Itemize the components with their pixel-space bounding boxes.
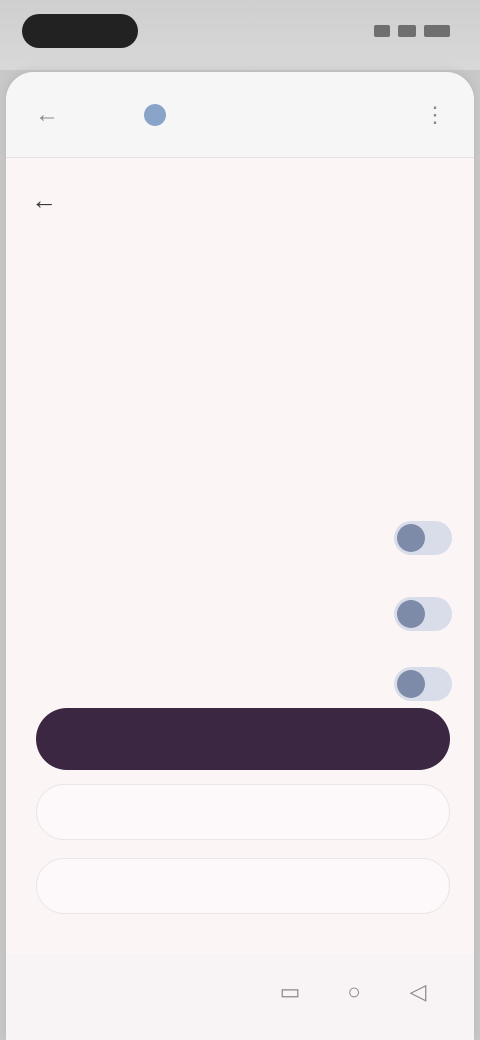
page-back-button[interactable]: ← (28, 184, 60, 216)
toggle-switch[interactable] (394, 597, 452, 631)
home-icon: ○ (347, 979, 361, 1004)
toggle-row[interactable] (32, 510, 452, 566)
toggle-switch[interactable] (394, 667, 452, 701)
bottom-nav-bar: ▭ ○ ◁ (6, 954, 474, 1040)
back-icon: ◁ (409, 979, 427, 1004)
status-icons (374, 22, 450, 40)
home-button[interactable]: ○ (336, 974, 372, 1010)
lock-icon (144, 104, 166, 126)
browser-url-bar: ← ⋮ (6, 72, 474, 158)
arrow-left-icon: ← (31, 185, 57, 215)
more-vertical-icon: ⋮ (424, 102, 446, 127)
battery-icon (424, 25, 450, 37)
toggle-switch[interactable] (394, 521, 452, 555)
toggle-row[interactable] (32, 586, 452, 642)
recents-icon: ▭ (279, 979, 301, 1004)
toggle-knob (397, 600, 425, 628)
browser-back-button[interactable]: ← (32, 100, 62, 130)
back-button[interactable]: ◁ (400, 974, 436, 1010)
status-time (22, 14, 138, 48)
wifi-icon (398, 25, 416, 37)
url-field[interactable] (144, 98, 338, 132)
status-bar (0, 0, 480, 70)
signal-icon (374, 25, 390, 37)
secondary-button[interactable] (36, 784, 450, 840)
toggle-knob (397, 524, 425, 552)
tertiary-button[interactable] (36, 858, 450, 914)
primary-button[interactable] (36, 708, 450, 770)
toggle-knob (397, 670, 425, 698)
recents-button[interactable]: ▭ (272, 974, 308, 1010)
browser-sheet: ← ⋮ ← ▭ ○ ◁ (6, 72, 474, 1040)
arrow-left-icon: ← (35, 101, 59, 128)
toggle-row[interactable] (32, 656, 452, 712)
browser-menu-button[interactable]: ⋮ (420, 100, 450, 130)
